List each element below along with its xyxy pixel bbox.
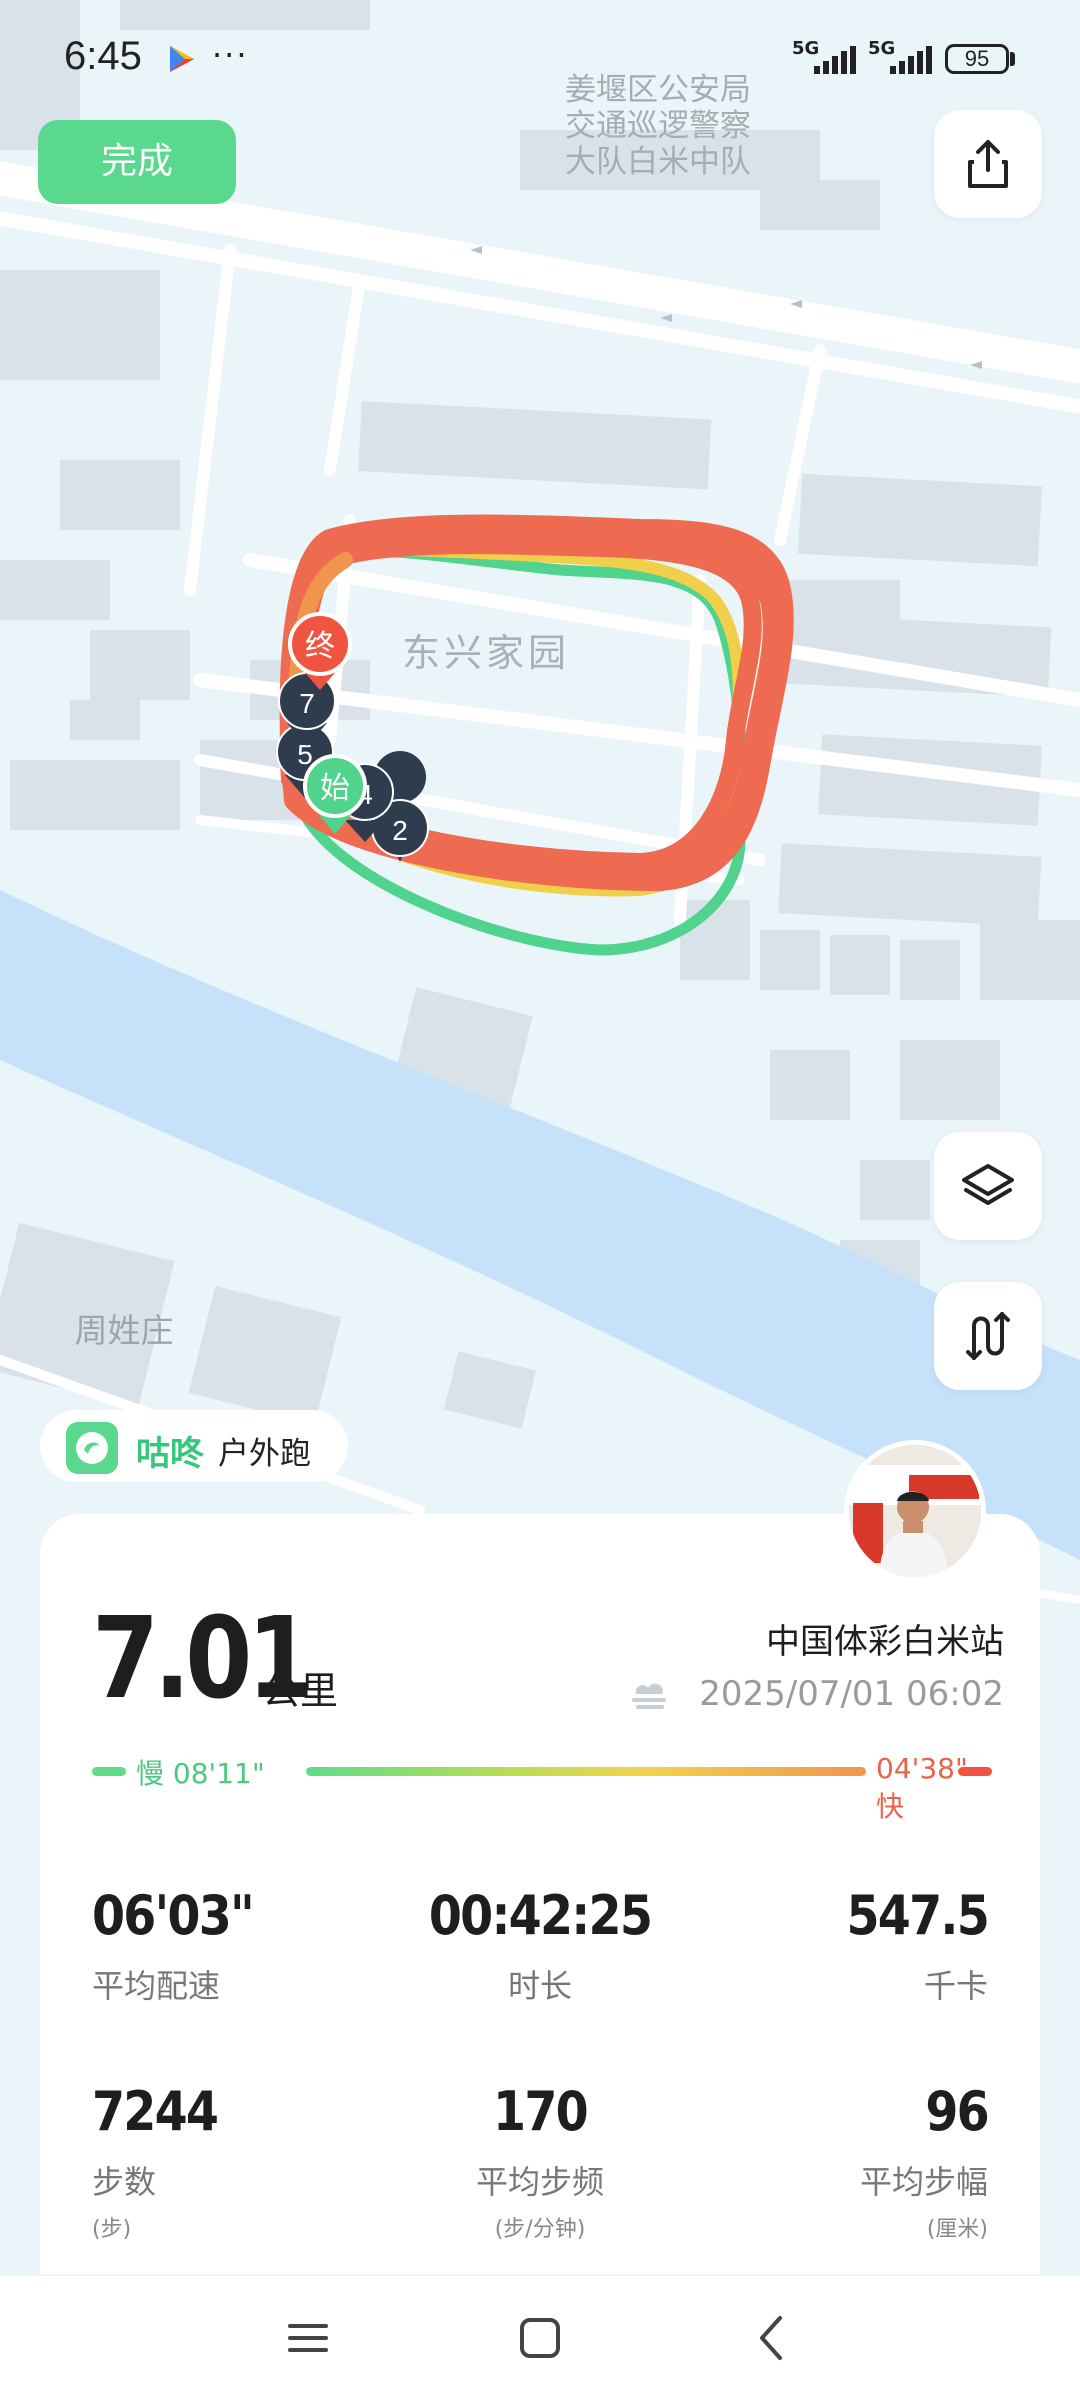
activity-type: 户外跑 [218,1436,311,1472]
stat-pace-value: 06'03" [92,1884,255,1947]
location-name: 中国体彩白米站 [766,1622,1004,1662]
back-nav-button[interactable] [742,2310,802,2366]
stat-duration: 00:42:25 时长 [375,1884,705,2007]
layers-icon [962,1164,1014,1205]
stat-cadence-unit: (步/分钟) [494,2217,586,2242]
status-time: 6:45 [64,34,142,78]
stat-stride: 96 平均步幅 (厘米) [658,2080,990,2243]
stat-calories: 547.5 千卡 [658,1884,989,2007]
stat-stride-label: 平均步幅 [859,2163,988,2201]
stat-steps-label: 步数 [92,2163,157,2201]
activity-summary-card: 7.01 公里 中国体彩白米站 2025/07/01 06:02 慢 08'11… [40,1514,1040,2274]
menu-nav-button[interactable] [278,2310,338,2366]
svg-text:始: 始 [320,772,350,805]
map-label-police-3: 大队白米中队 [565,144,751,179]
app-name: 咕咚 [136,1434,204,1474]
stat-steps-unit: (步) [92,2217,132,2242]
stat-duration-value: 00:42:25 [428,1884,653,1947]
pace-legend: 慢 08'11" 04'38" 快 [92,1752,992,1823]
signal-icon-1: 5G [792,38,858,74]
pace-slow-label: 慢 08'11" [136,1757,265,1790]
pace-fast-label: 04'38" 快 [876,1752,968,1823]
share-button[interactable] [934,110,1042,218]
stat-cadence: 170 平均步频 (步/分钟) [375,2080,705,2243]
pace-gradient [306,1767,866,1776]
stat-steps: 7244 步数 (步) [92,2080,422,2243]
activity-datetime: 2025/07/01 06:02 [699,1674,1004,1714]
svg-text:2: 2 [392,815,408,846]
more-notifications-icon: ··· [212,36,249,74]
app-chip[interactable]: 咕咚 户外跑 [40,1410,348,1482]
stat-cadence-label: 平均步频 [475,2163,604,2201]
route-icon [966,1312,1010,1360]
stat-cadence-value: 170 [493,2080,589,2143]
system-nav-bar [0,2276,1080,2400]
map-label-village: 周姓庄 [75,1312,174,1349]
stat-stride-unit: (厘米) [926,2217,988,2242]
stat-stride-value: 96 [925,2080,989,2143]
avatar[interactable] [844,1440,986,1582]
app-logo-icon [66,1422,118,1474]
battery-icon: 95 [945,44,1009,74]
signal-icon-2: 5G [868,38,934,74]
distance-unit: 公里 [262,1669,339,1713]
battery-tip [1010,52,1015,66]
stat-duration-label: 时长 [507,1967,572,2005]
pace-slow-dot [92,1767,126,1776]
status-bar: 6:45 ··· 5G 5G 95 [0,0,1080,115]
avatar-photo [849,1445,981,1577]
stat-pace-label: 平均配速 [92,1967,221,2005]
stat-pace: 06'03" 平均配速 [92,1884,422,2007]
done-button[interactable]: 完成 [38,120,236,204]
route-toggle-button[interactable] [934,1282,1042,1390]
stat-calories-value: 547.5 [846,1884,989,1947]
play-store-icon [170,46,194,72]
map-label-community: 东兴家园 [402,633,570,675]
svg-text:7: 7 [299,688,315,719]
stat-steps-value: 7244 [92,2080,219,2143]
stat-calories-label: 千卡 [923,1967,988,2005]
pace-fast-dot [958,1767,992,1776]
share-icon [968,140,1008,188]
svg-text:终: 终 [305,630,335,663]
cloudy-icon [632,1683,666,1709]
map-layers-button[interactable] [934,1132,1042,1240]
home-nav-button[interactable] [510,2310,570,2366]
